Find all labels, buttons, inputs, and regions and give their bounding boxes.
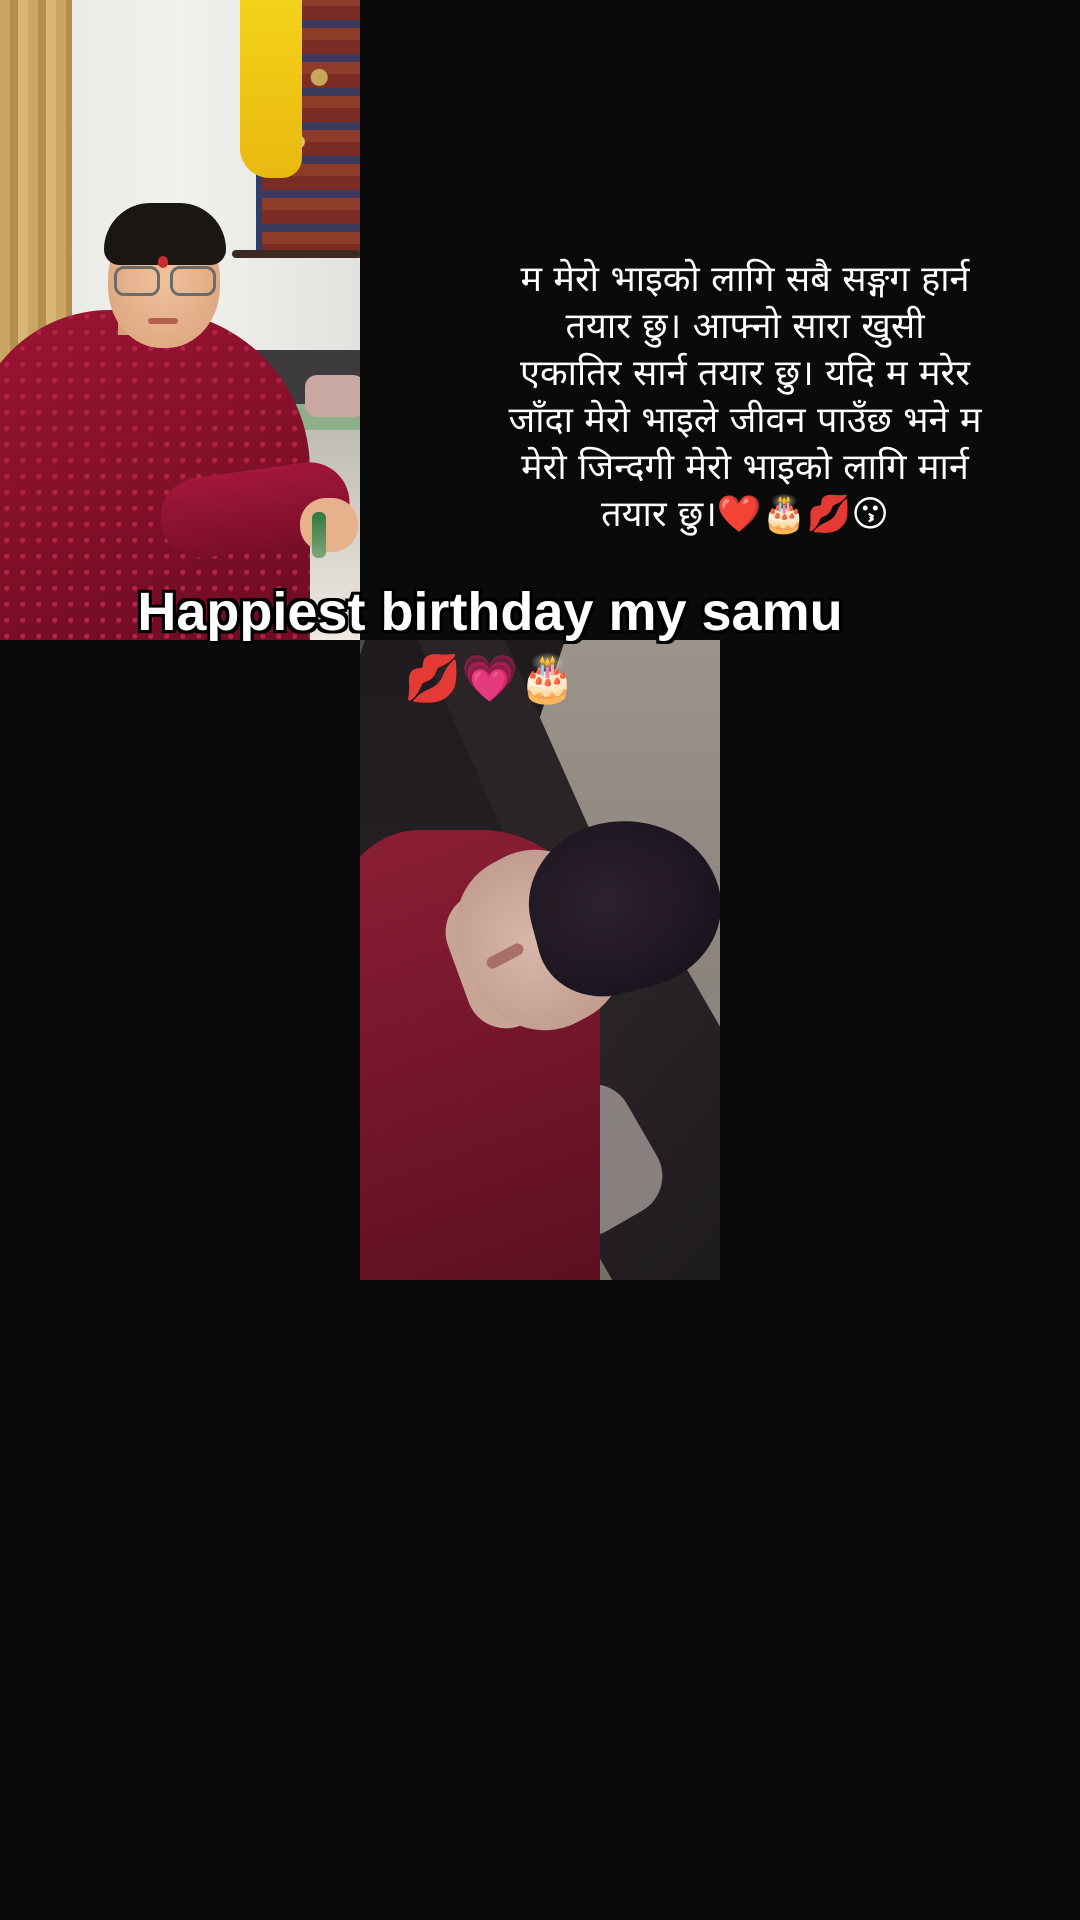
birthday-caption: Happiest birthday my samu bbox=[137, 582, 843, 642]
caption-emojis: 💋💗🎂 bbox=[404, 651, 576, 705]
painting-rod bbox=[232, 250, 360, 258]
hand bbox=[300, 498, 358, 552]
bracelet bbox=[312, 512, 326, 558]
photo-boy-portrait bbox=[0, 0, 360, 640]
mouth bbox=[148, 318, 178, 324]
glasses bbox=[114, 266, 218, 298]
pillow bbox=[305, 375, 360, 417]
photo-boy-selfie bbox=[360, 640, 720, 1280]
poem-text: म मेरो भाइको लागि सबै सङ्गग हार्न तयार छ… bbox=[508, 259, 982, 535]
video-frame: म मेरो भाइको लागि सबै सङ्गग हार्न तयार छ… bbox=[0, 0, 1080, 1920]
yellow-scarf bbox=[240, 0, 302, 178]
